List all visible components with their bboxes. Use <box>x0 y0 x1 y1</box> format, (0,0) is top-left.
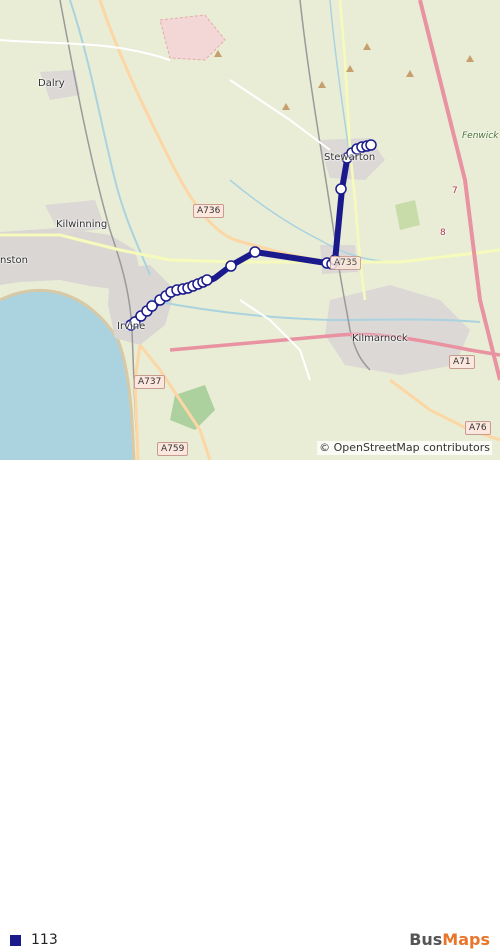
attribution-link[interactable]: OpenStreetMap contributors <box>334 441 490 454</box>
legend-footer: 113 BusMaps <box>0 460 500 949</box>
place-label-kilwinning: Kilwinning <box>56 219 108 230</box>
urban-irvine <box>108 265 175 345</box>
route-color-swatch <box>10 935 21 946</box>
road-a737-south <box>133 344 142 460</box>
copyright-symbol: © <box>319 441 331 454</box>
farmland-patch <box>395 200 420 230</box>
motorway-junction-8: 8 <box>440 228 446 238</box>
woodland <box>170 385 215 430</box>
motorway-junction-7: 7 <box>452 186 458 196</box>
route-label: 113 <box>31 932 58 948</box>
road-shield-a71: A71 <box>449 355 475 369</box>
bus-stop <box>365 139 377 151</box>
place-label-dalry: Dalry <box>38 78 65 89</box>
brand-part-bus: Bus <box>409 930 443 949</box>
road-shield-a76: A76 <box>465 421 491 435</box>
brand-part-maps: Maps <box>442 930 490 949</box>
place-label-stewarton: Stewarton <box>324 152 376 163</box>
map-attribution: © OpenStreetMap contributors <box>317 441 492 455</box>
bus-stop <box>249 246 261 258</box>
bus-stop <box>225 260 237 272</box>
road-shield-a759: A759 <box>157 442 189 456</box>
hill-marker <box>318 81 326 88</box>
map-basemap <box>0 0 500 460</box>
place-label-stevenston: nston <box>0 255 28 266</box>
place-label-fenwick-moor: Fenwick Moor <box>462 131 500 141</box>
hill-marker <box>214 50 222 57</box>
hill-marker <box>466 55 474 62</box>
busmaps-logo[interactable]: BusMaps <box>409 930 490 949</box>
road-shield-a736: A736 <box>193 204 225 218</box>
hill-marker <box>363 43 371 50</box>
place-label-kilmarnock: Kilmarnock <box>352 333 408 344</box>
hill-marker <box>346 65 354 72</box>
road-shield-a737: A737 <box>134 375 166 389</box>
hill-marker <box>406 70 414 77</box>
bus-stop <box>201 274 213 286</box>
place-label-irvine: Irvine <box>117 321 146 332</box>
hill-marker <box>282 103 290 110</box>
road-shield-a735: A735 <box>330 256 362 270</box>
bus-stop <box>335 183 347 195</box>
map-view[interactable]: Dalry Kilwinning nston Stewarton Fenwick… <box>0 0 500 460</box>
restricted-area <box>159 14 226 61</box>
